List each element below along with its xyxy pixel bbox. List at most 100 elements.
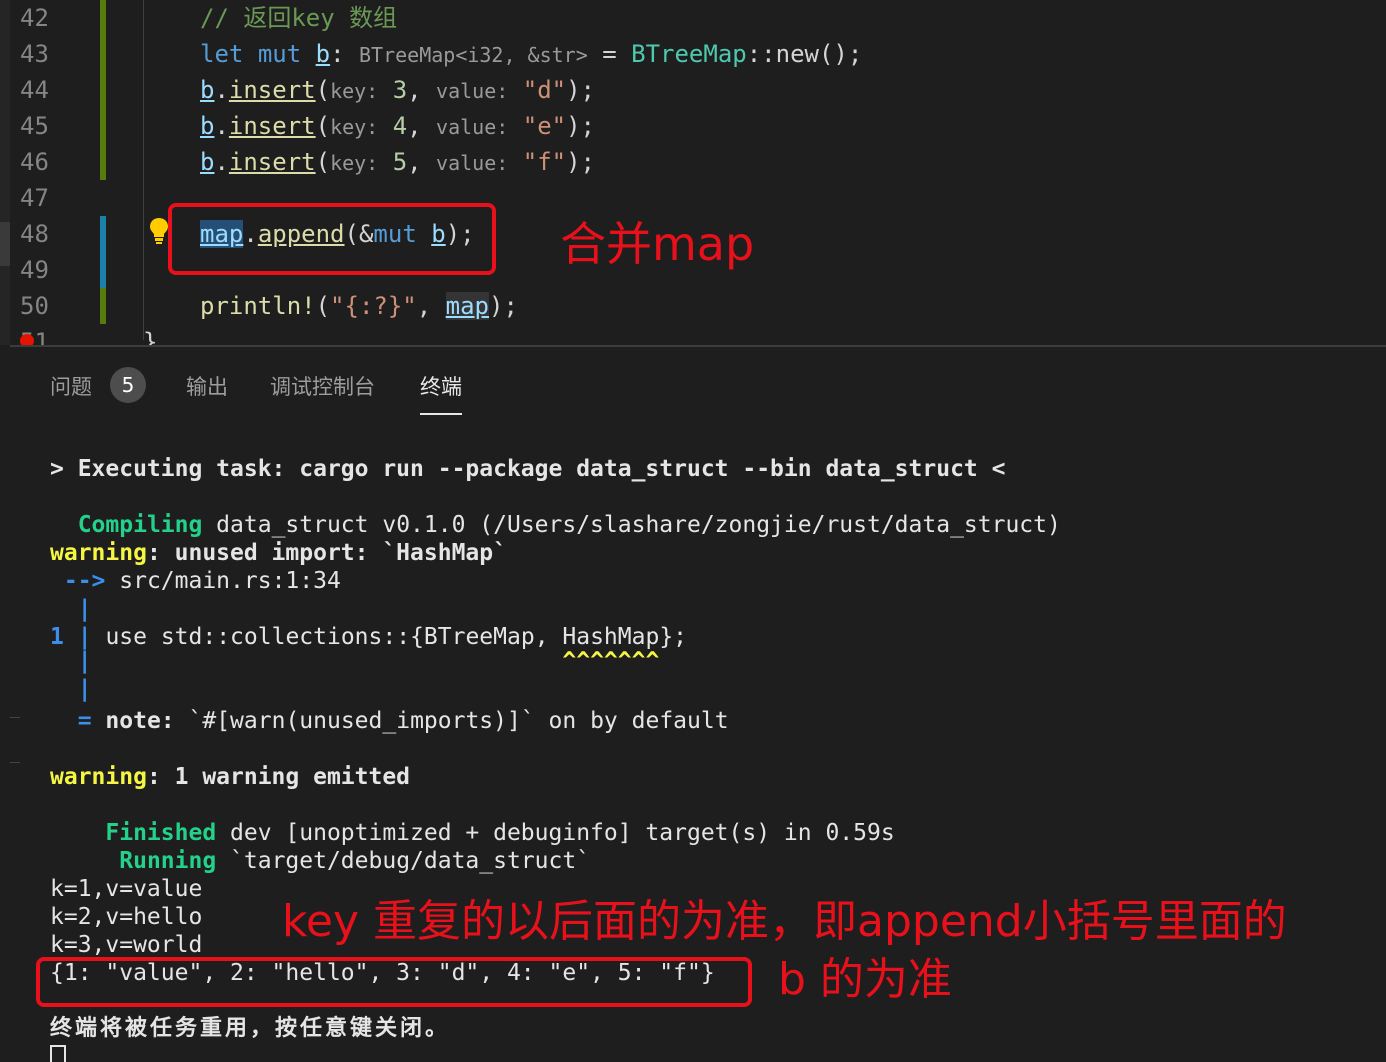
line-number: 45 bbox=[20, 112, 49, 140]
carets-line: | ^^^^^^^ bbox=[77, 648, 660, 674]
closing-brace: } bbox=[143, 328, 158, 345]
panel-tabs: 问题 5 输出 调试控制台 终端 bbox=[10, 347, 1386, 421]
location-line: --> src/main.rs:1:34 bbox=[63, 568, 341, 594]
equals: = bbox=[587, 40, 632, 68]
code-editor[interactable]: 42 43 44 45 46 47 48 49 50 51 // 返回key 数组 let mut… bbox=[0, 0, 1386, 345]
key-literal: 5 bbox=[392, 148, 408, 176]
key-literal: 3 bbox=[392, 76, 408, 104]
git-change-bar bbox=[100, 288, 106, 324]
output-line-1: k=1,v=value bbox=[50, 876, 203, 902]
line-number: 43 bbox=[20, 40, 49, 68]
line-number: 46 bbox=[20, 148, 49, 176]
line-number: 50 bbox=[20, 292, 49, 320]
let-keyword: let bbox=[200, 40, 244, 68]
indent-guide bbox=[143, 0, 144, 340]
variable-b: b bbox=[200, 148, 215, 176]
colon: : bbox=[330, 40, 359, 68]
value-literal: "f" bbox=[522, 148, 567, 176]
annotation-key-rule-2: b 的为准 bbox=[778, 954, 952, 1005]
insert-call: insert bbox=[228, 76, 316, 104]
highlight-box-append bbox=[168, 203, 496, 275]
line-number-row: 48 bbox=[0, 216, 100, 252]
line-number: 49 bbox=[20, 256, 49, 284]
output-line-2: k=2,v=hello bbox=[50, 904, 203, 930]
annotation-key-rule-1: key 重复的以后面的为准，即append小括号里面的 bbox=[282, 896, 1287, 947]
gutter-pipe: | bbox=[77, 676, 92, 702]
format-string: "{:?}" bbox=[330, 292, 417, 320]
terminal-cursor bbox=[50, 1045, 66, 1062]
divider bbox=[10, 762, 20, 763]
tab-terminal[interactable]: 终端 bbox=[420, 371, 462, 415]
variable-map: map bbox=[445, 292, 490, 320]
git-change-bar bbox=[100, 216, 106, 252]
bottom-panel: 问题 5 输出 调试控制台 终端 > Executing task: cargo… bbox=[10, 345, 1386, 1062]
warning-summary-line: warning: 1 warning emitted bbox=[50, 764, 411, 790]
note-line: = note: `#[warn(unused_imports)]` on by … bbox=[77, 708, 729, 734]
comment: // 返回key 数组 bbox=[200, 4, 398, 32]
code-line-45[interactable]: b.insert(key: 4, value: "e"); bbox=[200, 108, 595, 144]
line-number-row: 50 bbox=[0, 288, 100, 324]
highlight-box-result bbox=[36, 957, 752, 1007]
code-line-50[interactable]: println!("{:?}", map); bbox=[200, 288, 518, 324]
finished-line: Finished dev [unoptimized + debuginfo] t… bbox=[105, 820, 895, 846]
line-number-row: 47 bbox=[0, 180, 100, 216]
git-change-bar bbox=[100, 36, 106, 72]
type-hint: BTreeMap<i32, &str> bbox=[358, 43, 588, 67]
value-hint: value: bbox=[436, 79, 509, 103]
key-hint: key: bbox=[330, 115, 379, 139]
insert-call: insert bbox=[228, 112, 316, 140]
line-number-row: 49 bbox=[0, 252, 100, 288]
tab-output[interactable]: 输出 bbox=[186, 371, 228, 401]
line-number-row: 43 bbox=[0, 36, 100, 72]
line-number-row: 51 bbox=[0, 324, 100, 345]
git-change-bar bbox=[100, 108, 106, 144]
lightbulb-icon[interactable] bbox=[148, 216, 170, 246]
close-paren: ); bbox=[489, 292, 518, 320]
divider bbox=[10, 717, 20, 718]
git-change-bar bbox=[100, 144, 106, 180]
breakpoint-icon[interactable] bbox=[20, 334, 34, 345]
variable-b: b bbox=[315, 40, 331, 68]
warning-line: warning: unused import: `HashMap` bbox=[50, 540, 507, 566]
open-paren: ( bbox=[315, 292, 331, 320]
mut-keyword: mut bbox=[257, 40, 302, 68]
variable-b: b bbox=[200, 112, 215, 140]
value-literal: "e" bbox=[522, 112, 567, 140]
code-line-42[interactable]: // 返回key 数组 bbox=[200, 0, 397, 36]
running-line: Running `target/debug/data_struct` bbox=[119, 848, 591, 874]
line-number-row: 44 bbox=[0, 72, 100, 108]
value-hint: value: bbox=[436, 115, 509, 139]
println-macro: println! bbox=[200, 292, 316, 320]
code-line-43[interactable]: let mut b: BTreeMap<i32, &str> = BTreeMa… bbox=[200, 36, 862, 72]
key-literal: 4 bbox=[392, 112, 408, 140]
output-line-3: k=3,v=world bbox=[50, 932, 203, 958]
git-change-bar bbox=[100, 252, 106, 288]
code-line-46[interactable]: b.insert(key: 5, value: "f"); bbox=[200, 144, 595, 180]
git-change-bar bbox=[100, 72, 106, 108]
compiling-line: Compiling data_struct v0.1.0 (/Users/sla… bbox=[77, 512, 1061, 538]
problems-count-badge: 5 bbox=[110, 367, 146, 403]
insert-call: insert bbox=[228, 148, 316, 176]
gutter-pipe: | bbox=[77, 596, 92, 622]
comma: , bbox=[416, 292, 446, 320]
key-hint: key: bbox=[330, 79, 379, 103]
type-btreemap: BTreeMap bbox=[631, 40, 747, 68]
line-number-row: 46 bbox=[0, 144, 100, 180]
exec-task-line: > Executing task: cargo run --package da… bbox=[50, 456, 1006, 482]
constructor: ::new(); bbox=[746, 40, 863, 68]
variable-b: b bbox=[200, 76, 215, 104]
git-change-bar bbox=[100, 0, 106, 36]
value-hint: value: bbox=[436, 151, 509, 175]
annotation-merge-map: 合并map bbox=[560, 217, 755, 271]
code-line-51[interactable]: } bbox=[143, 324, 157, 345]
line-number: 48 bbox=[20, 220, 49, 248]
line-number-row: 45 bbox=[0, 108, 100, 144]
code-line-44[interactable]: b.insert(key: 3, value: "d"); bbox=[200, 72, 595, 108]
reuse-message: 终端将被任务重用，按任意键关闭。 bbox=[50, 1016, 451, 1041]
value-literal: "d" bbox=[522, 76, 567, 104]
line-number: 47 bbox=[20, 184, 49, 212]
line-number: 44 bbox=[20, 76, 49, 104]
tab-problems[interactable]: 问题 bbox=[50, 371, 92, 401]
key-hint: key: bbox=[330, 151, 379, 175]
tab-debug-console[interactable]: 调试控制台 bbox=[270, 371, 375, 401]
